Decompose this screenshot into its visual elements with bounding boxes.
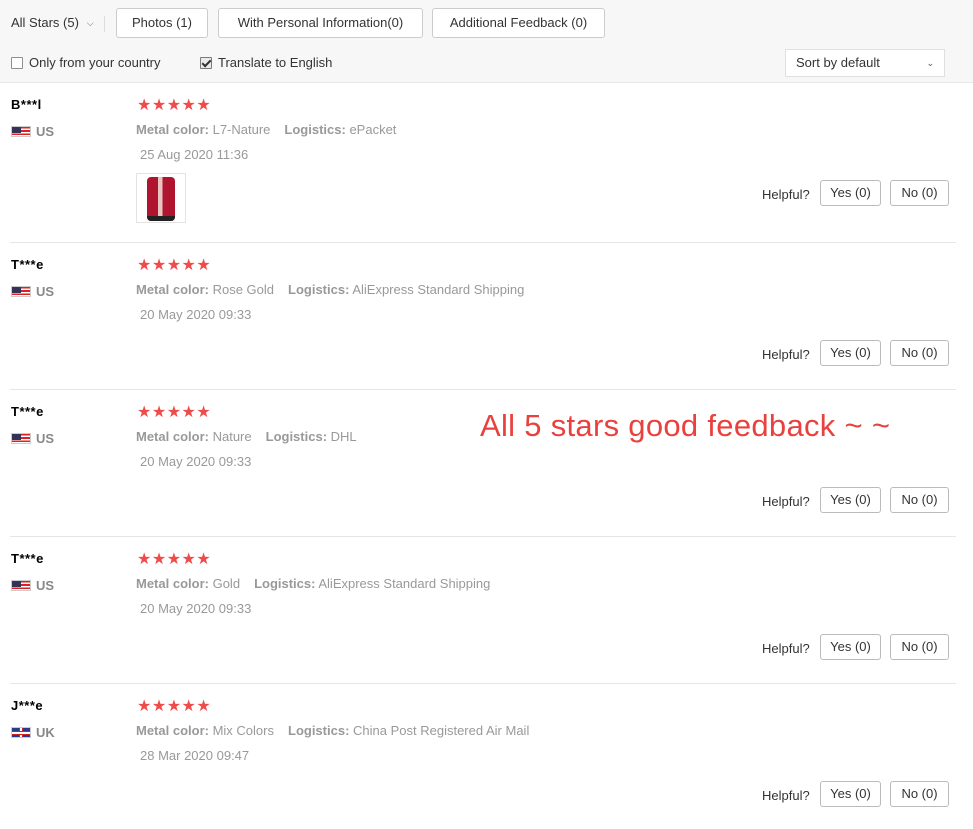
helpful-no-button[interactable]: No (0) <box>890 781 949 807</box>
filter-row-bottom: Only from your country Translate to Engl… <box>0 48 973 78</box>
photos-filter-button[interactable]: Photos (1) <box>116 8 208 38</box>
review-item: B***l US ★★★★★ Metal color: L7-Nature Log… <box>0 83 973 243</box>
attr-label: Metal color: <box>136 576 209 591</box>
review-item: T***e US ★★★★★ Metal color: Gold Logistic… <box>0 537 973 684</box>
review-attributes: Metal color: L7-Nature Logistics: ePacket <box>136 122 396 137</box>
us-flag-icon <box>11 126 31 137</box>
attr-label: Metal color: <box>136 429 209 444</box>
reviewer-country: US <box>11 124 54 139</box>
translate-option[interactable]: Translate to English <box>200 55 332 71</box>
us-flag-icon <box>11 286 31 297</box>
logistics-label: Logistics: <box>254 576 316 591</box>
helpful-label: Helpful? <box>762 347 810 362</box>
helpful-label: Helpful? <box>762 494 810 509</box>
only-country-label: Only from your country <box>29 55 161 70</box>
us-flag-icon <box>11 433 31 444</box>
attr-label: Metal color: <box>136 282 209 297</box>
personal-info-filter-button[interactable]: With Personal Information(0) <box>218 8 423 38</box>
only-country-checkbox[interactable] <box>11 57 23 69</box>
reviewer-country: UK <box>11 725 55 740</box>
logistics-label: Logistics: <box>288 282 350 297</box>
logistics-value: ePacket <box>349 122 397 137</box>
review-item: J***e UK ★★★★★ Metal color: Mix Colors Lo… <box>0 684 973 829</box>
reviewer-name: T***e <box>11 404 44 419</box>
star-filter-dropdown[interactable]: All Stars (5) ⌵ <box>11 8 94 38</box>
review-date: 25 Aug 2020 11:36 <box>140 147 249 162</box>
attr-value: Gold <box>212 576 241 591</box>
helpful-yes-button[interactable]: Yes (0) <box>820 487 881 513</box>
helpful-yes-button[interactable]: Yes (0) <box>820 634 881 660</box>
filter-divider <box>104 16 105 32</box>
uk-flag-icon <box>11 727 31 738</box>
logistics-value: AliExpress Standard Shipping <box>352 282 525 297</box>
logistics-value: DHL <box>330 429 357 444</box>
attr-value: Rose Gold <box>212 282 275 297</box>
attr-value: Nature <box>212 429 252 444</box>
helpful-yes-button[interactable]: Yes (0) <box>820 781 881 807</box>
country-code: US <box>36 284 55 299</box>
helpful-no-button[interactable]: No (0) <box>890 487 949 513</box>
logistics-value: China Post Registered Air Mail <box>353 723 530 738</box>
logistics-label: Logistics: <box>284 122 346 137</box>
star-filter-label: All Stars (5) <box>11 15 79 30</box>
us-flag-icon <box>11 580 31 591</box>
translate-checkbox[interactable] <box>200 57 212 69</box>
review-attributes: Metal color: Nature Logistics: DHL <box>136 429 357 444</box>
country-code: US <box>36 124 55 139</box>
review-date: 28 Mar 2020 09:47 <box>140 748 250 763</box>
logistics-value: AliExpress Standard Shipping <box>318 576 491 591</box>
chevron-down-icon: ⌵ <box>86 18 94 28</box>
helpful-no-button[interactable]: No (0) <box>890 340 949 366</box>
reviewer-name: T***e <box>11 551 44 566</box>
only-country-option[interactable]: Only from your country <box>11 55 161 71</box>
star-rating: ★★★★★ <box>137 698 212 715</box>
sort-dropdown[interactable]: Sort by default ⌄ <box>785 49 945 77</box>
country-code: US <box>36 431 55 446</box>
filter-row-top: All Stars (5) ⌵ Photos (1) With Personal … <box>0 8 973 38</box>
reviewer-name: T***e <box>11 257 44 272</box>
reviewer-name: B***l <box>11 97 42 112</box>
product-photo-image <box>147 177 175 221</box>
review-filter-bar: All Stars (5) ⌵ Photos (1) With Personal … <box>0 0 973 83</box>
star-rating: ★★★★★ <box>137 97 212 114</box>
attr-label: Metal color: <box>136 122 209 137</box>
logistics-label: Logistics: <box>288 723 350 738</box>
helpful-no-button[interactable]: No (0) <box>890 634 949 660</box>
review-date: 20 May 2020 09:33 <box>140 454 252 469</box>
review-attributes: Metal color: Gold Logistics: AliExpress S… <box>136 576 490 591</box>
country-code: UK <box>36 725 55 740</box>
reviewer-country: US <box>11 284 54 299</box>
star-rating: ★★★★★ <box>137 404 212 421</box>
additional-feedback-filter-button[interactable]: Additional Feedback (0) <box>432 8 605 38</box>
sort-dropdown-value: Sort by default <box>796 55 880 70</box>
helpful-label: Helpful? <box>762 187 810 202</box>
reviewer-name: J***e <box>11 698 44 713</box>
helpful-no-button[interactable]: No (0) <box>890 180 949 206</box>
chevron-down-icon: ⌄ <box>926 58 934 68</box>
translate-label: Translate to English <box>218 55 333 70</box>
reviewer-country: US <box>11 431 54 446</box>
review-date: 20 May 2020 09:33 <box>140 307 252 322</box>
attr-value: Mix Colors <box>212 723 274 738</box>
helpful-yes-button[interactable]: Yes (0) <box>820 180 881 206</box>
country-code: US <box>36 578 55 593</box>
logistics-label: Logistics: <box>265 429 328 444</box>
review-item: T***e US ★★★★★ Metal color: Rose Gold Log… <box>0 243 973 390</box>
review-photo-thumbnail[interactable] <box>136 173 186 223</box>
review-attributes: Metal color: Mix Colors Logistics: China … <box>136 723 529 738</box>
promo-caption-overlay: All 5 stars good feedback ~ ~ <box>480 408 891 443</box>
helpful-label: Helpful? <box>762 788 810 803</box>
attr-value: L7-Nature <box>212 122 271 137</box>
review-attributes: Metal color: Rose Gold Logistics: AliExpr… <box>136 282 524 297</box>
reviewer-country: US <box>11 578 54 593</box>
star-rating: ★★★★★ <box>137 257 212 274</box>
star-rating: ★★★★★ <box>137 551 212 568</box>
review-date: 20 May 2020 09:33 <box>140 601 252 616</box>
attr-label: Metal color: <box>136 723 209 738</box>
helpful-yes-button[interactable]: Yes (0) <box>820 340 881 366</box>
helpful-label: Helpful? <box>762 641 810 656</box>
